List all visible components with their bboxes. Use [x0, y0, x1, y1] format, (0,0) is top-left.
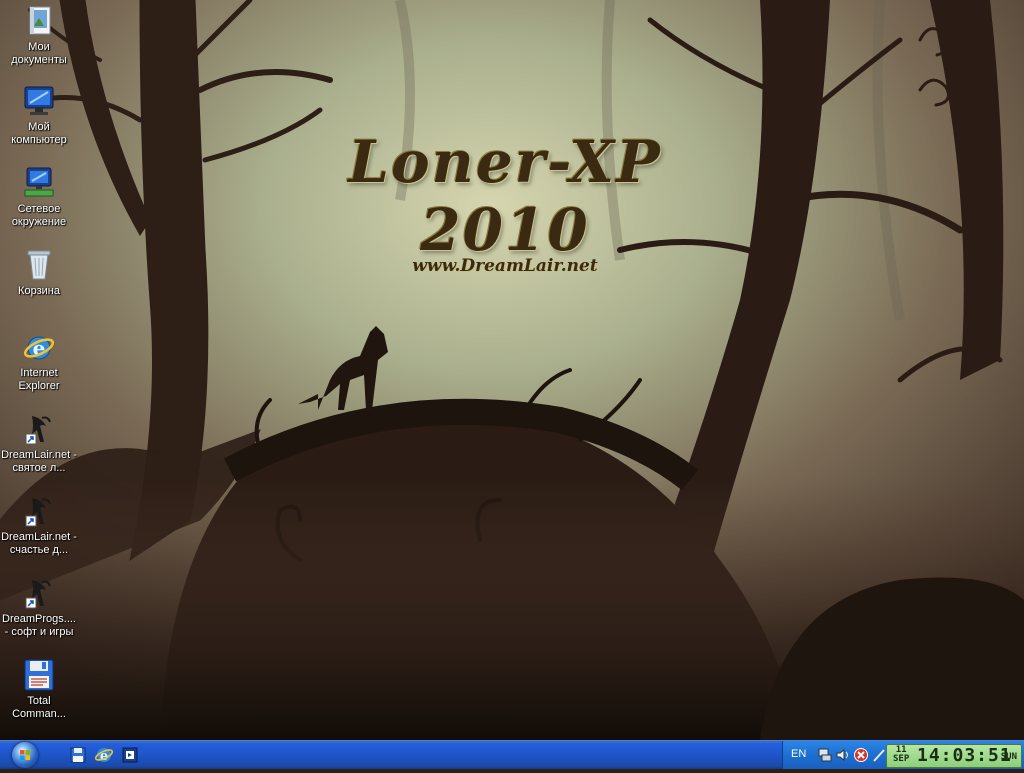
windows-media-icon[interactable] — [120, 745, 140, 765]
wallpaper-title: Loner-XP 2010 — [348, 128, 662, 264]
show-desktop-icon[interactable] — [68, 745, 88, 765]
clock-time: 14:03:51 — [917, 745, 1012, 766]
network-places-icon — [22, 166, 56, 200]
desktop-icon-label: DreamLair.net - святое л... — [1, 449, 77, 474]
start-button[interactable] — [0, 741, 60, 769]
desktop-icon-my-computer[interactable]: Мой компьютер — [1, 84, 77, 147]
my-computer-icon — [22, 84, 56, 118]
desktop-icon-label: Сетевое окружение — [11, 203, 67, 228]
total-commander-icon — [22, 658, 56, 692]
desktop-icon-label: Мой компьютер — [11, 121, 67, 146]
desktop-icon-internet-explorer[interactable]: e Internet Explorer — [1, 330, 77, 393]
clock-date: 11 SEP — [893, 746, 909, 764]
quick-launch-bar: e — [68, 745, 140, 765]
desktop-icon-recycle-bin[interactable]: Корзина — [1, 248, 77, 298]
desktop-icon-label: Корзина — [18, 285, 60, 297]
recycle-bin-icon — [22, 248, 56, 282]
desktop-icon-label: DreamLair.net - счастье д... — [1, 531, 77, 556]
windows-orb-icon — [12, 742, 38, 768]
desktop-icon-total-commander[interactable]: Total Comman... — [1, 658, 77, 721]
desktop-icon-label: Internet Explorer — [18, 367, 60, 392]
internet-explorer-icon: e — [22, 330, 56, 364]
security-alert-icon[interactable] — [853, 747, 869, 763]
clock-icon[interactable] — [871, 747, 887, 763]
my-documents-icon — [22, 4, 56, 38]
internet-explorer-icon[interactable]: e — [94, 745, 114, 765]
wallpaper-url: www.DreamLair.net — [412, 256, 598, 276]
language-indicator[interactable]: EN — [791, 748, 806, 760]
shortcut-icon — [22, 576, 56, 610]
taskbar-clock[interactable]: 11 SEP 14:03:51 SUN — [886, 744, 1022, 768]
volume-icon[interactable] — [835, 747, 851, 763]
desktop-icon-dreamlair-1[interactable]: DreamLair.net - святое л... — [1, 412, 77, 475]
desktop-icon-dreamprogs[interactable]: DreamProgs.... - софт и игры — [1, 576, 77, 639]
desktop-icon-network-places[interactable]: Сетевое окружение — [1, 166, 77, 229]
clock-month: SEP — [893, 754, 910, 764]
taskbar: e EN 11 SEP 14:03:51 SUN — [0, 740, 1024, 769]
desktop-icon-my-documents[interactable]: Мои документы — [1, 4, 77, 67]
wallpaper-artwork — [0, 0, 1024, 740]
desktop-icon-label: Total Comman... — [12, 695, 66, 720]
desktop-wallpaper: Loner-XP 2010 www.DreamLair.net — [0, 0, 1024, 740]
desktop-icon-dreamlair-2[interactable]: DreamLair.net - счастье д... — [1, 494, 77, 557]
clock-weekday: SUN — [1000, 752, 1017, 762]
network-icon[interactable] — [817, 747, 833, 763]
shortcut-icon — [22, 494, 56, 528]
desktop-icon-label: DreamProgs.... - софт и игры — [2, 613, 76, 638]
desktop-icon-label: Мои документы — [11, 41, 67, 66]
shortcut-icon — [22, 412, 56, 446]
